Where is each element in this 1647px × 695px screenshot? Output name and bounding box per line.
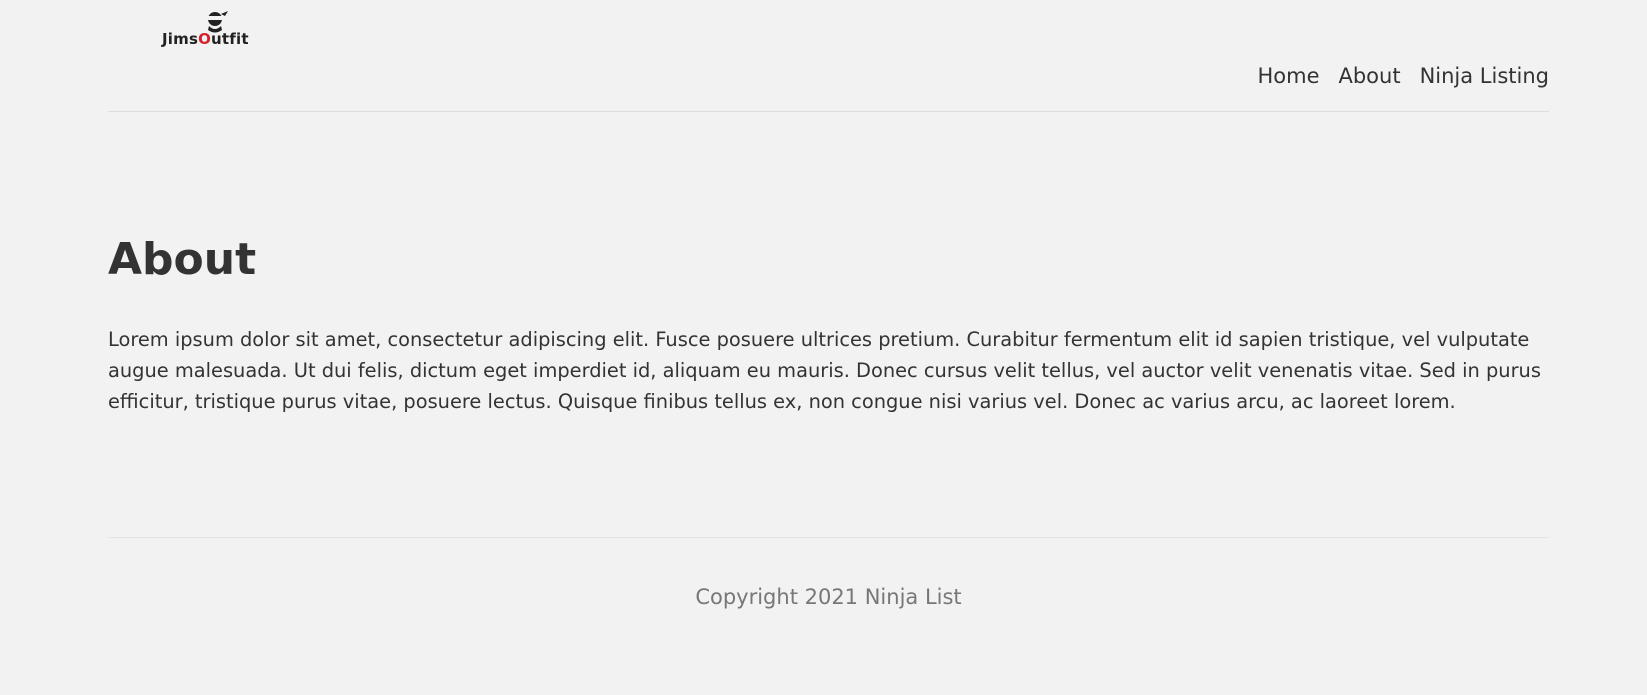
site-footer: Copyright 2021 Ninja List (108, 537, 1549, 687)
about-paragraph: Lorem ipsum dolor sit amet, consectetur … (108, 328, 1541, 413)
page-title: About (108, 234, 257, 285)
nav-ninja-listing-link[interactable]: Ninja Listing (1420, 64, 1549, 89)
nav-about-link[interactable]: About (1338, 64, 1400, 89)
page-container: JimsOutfit Home About Ninja Listing Abou… (108, 0, 1549, 687)
site-header: JimsOutfit Home About Ninja Listing (108, 0, 1549, 112)
main-nav: Home About Ninja Listing (1257, 64, 1549, 89)
logo-wordmark: JimsOutfit (162, 30, 249, 48)
main-content: About Lorem ipsum dolor sit amet, consec… (108, 112, 1549, 537)
copyright-text: Copyright 2021 Ninja List (695, 585, 962, 609)
nav-home-link[interactable]: Home (1257, 64, 1319, 89)
site-logo[interactable]: JimsOutfit (162, 8, 284, 52)
